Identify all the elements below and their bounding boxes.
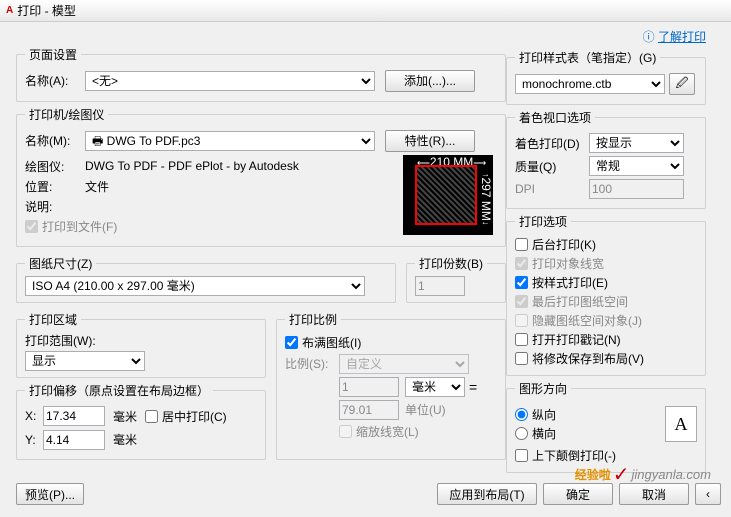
upside-down-checkbox[interactable]: 上下颠倒打印(-) xyxy=(515,447,697,464)
scale-select: 自定义 xyxy=(339,354,469,374)
offset-y-unit: 毫米 xyxy=(113,431,137,448)
plot-area-group: 打印区域 打印范围(W): 显示 xyxy=(16,311,266,378)
cancel-button[interactable]: 取消 xyxy=(619,483,689,505)
viewport-group: 着色视口选项 着色打印(D)按显示 质量(Q)常规 DPI xyxy=(506,109,706,209)
style-table-group: 打印样式表（笔指定）(G) monochrome.ctb 🖉 xyxy=(506,49,706,105)
background-plot-checkbox[interactable]: 后台打印(K) xyxy=(515,236,697,253)
ok-button[interactable]: 确定 xyxy=(543,483,613,505)
offset-x-unit: 毫米 xyxy=(113,408,137,425)
printer-group: 打印机/绘图仪 名称(M): 🖶 DWG To PDF.pc3 特性(R)...… xyxy=(16,106,506,247)
edit-icon: 🖉 xyxy=(676,74,689,95)
style-table-legend: 打印样式表（笔指定）(G) xyxy=(515,49,660,66)
copies-input xyxy=(415,276,465,296)
save-layout-checkbox[interactable]: 将修改保存到布局(V) xyxy=(515,350,697,367)
printer-legend: 打印机/绘图仪 xyxy=(25,106,108,123)
page-setup-legend: 页面设置 xyxy=(25,46,81,63)
paper-preview: ⟵210 MM⟶ ↑297 MM↓ xyxy=(403,155,493,235)
plot-offset-legend: 打印偏移（原点设置在布局边框） xyxy=(25,382,213,399)
style-table-edit-button[interactable]: 🖉 xyxy=(669,73,695,95)
printer-name-select[interactable]: 🖶 DWG To PDF.pc3 xyxy=(85,131,375,151)
page-setup-group: 页面设置 名称(A): <无> 添加(...)... xyxy=(16,46,506,102)
scale-numerator-input xyxy=(339,377,399,397)
plot-options-group: 打印选项 后台打印(K) 打印对象线宽 按样式打印(E) 最后打印图纸空间 隐藏… xyxy=(506,213,706,376)
lineweights-checkbox: 打印对象线宽 xyxy=(515,255,697,272)
pagesetup-name-select[interactable]: <无> xyxy=(85,71,375,91)
titlebar: A 打印 - 模型 xyxy=(0,0,731,22)
offset-x-label: X: xyxy=(25,409,43,423)
properties-button[interactable]: 特性(R)... xyxy=(385,130,475,152)
chevron-left-icon: ‹ xyxy=(706,487,710,501)
quality-label: 质量(Q) xyxy=(515,158,589,175)
plot-scale-legend: 打印比例 xyxy=(285,311,341,328)
info-icon: ⓘ xyxy=(643,30,655,44)
viewport-legend: 着色视口选项 xyxy=(515,109,595,126)
offset-x-input[interactable] xyxy=(43,406,105,426)
paper-size-group: 图纸尺寸(Z) ISO A4 (210.00 x 297.00 毫米) xyxy=(16,255,396,303)
location-label: 位置: xyxy=(25,178,85,195)
units-label: 单位(U) xyxy=(405,401,446,418)
app-logo: A xyxy=(6,5,13,16)
landscape-radio[interactable]: 横向 xyxy=(515,425,665,442)
plot-range-select[interactable]: 显示 xyxy=(25,351,145,371)
copies-legend: 打印份数(B) xyxy=(415,255,487,272)
description-label: 说明: xyxy=(25,198,85,215)
plot-options-legend: 打印选项 xyxy=(515,213,571,230)
apply-layout-button[interactable]: 应用到布局(T) xyxy=(437,483,537,505)
scale-label: 比例(S): xyxy=(285,355,339,372)
printer-name-label: 名称(M): xyxy=(25,132,85,149)
dpi-input xyxy=(589,179,684,199)
paper-size-legend: 图纸尺寸(Z) xyxy=(25,255,96,272)
location-value: 文件 xyxy=(85,178,109,195)
plot-scale-group: 打印比例 布满图纸(I) 比例(S): 自定义 毫米 = xyxy=(276,311,506,460)
scale-denominator-input xyxy=(339,400,399,420)
shade-select[interactable]: 按显示 xyxy=(589,133,684,153)
last-paperspace-checkbox: 最后打印图纸空间 xyxy=(515,293,697,310)
portrait-radio[interactable]: 纵向 xyxy=(515,406,665,423)
offset-y-label: Y: xyxy=(25,433,43,447)
window-title: 打印 - 模型 xyxy=(17,2,76,19)
expand-button[interactable]: ‹ xyxy=(695,483,721,505)
scale-unit-select[interactable]: 毫米 xyxy=(405,377,465,397)
plot-styles-checkbox[interactable]: 按样式打印(E) xyxy=(515,274,697,291)
add-button[interactable]: 添加(...)... xyxy=(385,70,475,92)
center-plot-checkbox[interactable]: 居中打印(C) xyxy=(145,408,227,425)
dpi-label: DPI xyxy=(515,182,589,196)
learn-print-link[interactable]: 了解打印 xyxy=(658,30,706,44)
plotter-value: DWG To PDF - PDF ePlot - by Autodesk xyxy=(85,159,299,173)
preview-button[interactable]: 预览(P)... xyxy=(16,483,84,505)
orientation-icon: A xyxy=(665,406,697,442)
hide-paperspace-checkbox: 隐藏图纸空间对象(J) xyxy=(515,312,697,329)
plot-stamp-checkbox[interactable]: 打开打印戳记(N) xyxy=(515,331,697,348)
quality-select[interactable]: 常规 xyxy=(589,156,684,176)
style-table-select[interactable]: monochrome.ctb xyxy=(515,74,665,94)
pagesetup-name-label: 名称(A): xyxy=(25,72,85,89)
equals-icon: = xyxy=(469,379,477,395)
scale-lineweights-checkbox: 缩放线宽(L) xyxy=(339,423,497,440)
paper-size-select[interactable]: ISO A4 (210.00 x 297.00 毫米) xyxy=(25,276,365,296)
copies-group: 打印份数(B) xyxy=(406,255,506,303)
plot-offset-group: 打印偏移（原点设置在布局边框） X: 毫米 居中打印(C) Y: 毫米 xyxy=(16,382,266,460)
shade-label: 着色打印(D) xyxy=(515,135,589,152)
orientation-group: 图形方向 纵向 横向 A 上下颠倒打印(-) xyxy=(506,380,706,473)
plot-to-file-checkbox: 打印到文件(F) xyxy=(25,218,395,235)
plot-area-legend: 打印区域 xyxy=(25,311,81,328)
plot-range-label: 打印范围(W): xyxy=(25,332,257,349)
plotter-label: 绘图仪: xyxy=(25,158,85,175)
orientation-legend: 图形方向 xyxy=(515,380,571,397)
offset-y-input[interactable] xyxy=(43,430,105,450)
fit-to-paper-checkbox[interactable]: 布满图纸(I) xyxy=(285,334,497,351)
